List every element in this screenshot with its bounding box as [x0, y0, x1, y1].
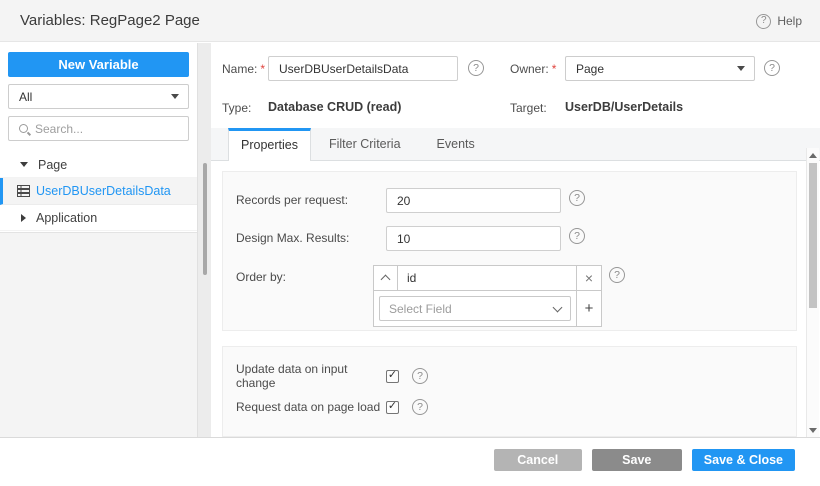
update-on-change-help-icon[interactable]: ?: [412, 368, 428, 384]
dialog-titlebar: Variables: RegPage2 Page ? Help: [0, 0, 820, 42]
new-variable-button[interactable]: New Variable: [8, 52, 189, 77]
order-by-label: Order by:: [236, 270, 286, 284]
tree-item-application[interactable]: Application: [0, 205, 197, 231]
max-results-help-icon[interactable]: ?: [569, 228, 585, 244]
request-settings-group: Records per request: ? Design Max. Resul…: [222, 171, 797, 331]
sidebar: New Variable All Page: [0, 43, 197, 437]
request-on-load-help-icon[interactable]: ?: [412, 399, 428, 415]
tab-events[interactable]: Events: [419, 128, 493, 160]
update-on-change-checkbox[interactable]: ✓: [386, 370, 399, 383]
tab-bar: Properties Filter Criteria Events: [211, 128, 820, 161]
chevron-down-icon: [553, 302, 563, 312]
footer: Cancel Save Save & Close: [0, 437, 820, 486]
select-field-dropdown[interactable]: Select Field: [379, 296, 571, 321]
sidebar-scrollbar[interactable]: [197, 43, 211, 437]
records-per-request-input[interactable]: [386, 188, 561, 213]
tree-item-page[interactable]: Page: [0, 152, 197, 178]
search-input[interactable]: [35, 118, 185, 139]
search-box: [8, 116, 189, 141]
request-on-load-checkbox[interactable]: ✓: [386, 401, 399, 414]
owner-help-icon[interactable]: ?: [764, 60, 780, 76]
caret-down-icon: [20, 162, 28, 167]
design-max-results-label: Design Max. Results:: [236, 231, 349, 245]
variable-filter-value: All: [19, 90, 171, 104]
order-by-row: id ×: [374, 266, 601, 291]
caret-right-icon: [21, 214, 26, 222]
dropdown-arrow-icon: [737, 66, 745, 71]
name-help-icon[interactable]: ?: [468, 60, 484, 76]
save-button[interactable]: Save: [592, 449, 682, 471]
check-icon: ✓: [388, 370, 397, 381]
help-icon: ?: [756, 14, 771, 29]
target-value: UserDB/UserDetails: [565, 100, 683, 114]
select-field-placeholder: Select Field: [389, 302, 554, 316]
tree-item-userdbuserdetailsdata[interactable]: UserDBUserDetailsData: [0, 178, 197, 205]
order-by-help-icon[interactable]: ?: [609, 267, 625, 283]
request-on-load-row: Request data on page load ✓ ?: [236, 399, 428, 415]
sort-direction-button[interactable]: [374, 266, 398, 290]
type-label: Type:: [222, 101, 251, 115]
database-icon: [17, 185, 30, 197]
name-input[interactable]: [268, 56, 458, 81]
update-on-change-label: Update data on input change: [236, 362, 386, 390]
order-by-field-value: id: [398, 266, 576, 290]
records-per-request-label: Records per request:: [236, 193, 348, 207]
help-link[interactable]: ? Help: [756, 0, 802, 42]
name-label: Name:*: [222, 62, 265, 76]
main-panel: Name:* ? Owner:* Page ? Type: Database C…: [211, 43, 820, 437]
add-field-row: Select Field +: [374, 291, 601, 326]
owner-dropdown[interactable]: Page: [565, 56, 755, 81]
type-value: Database CRUD (read): [268, 100, 401, 114]
sort-asc-icon: [381, 275, 391, 285]
owner-label: Owner:*: [510, 62, 556, 76]
scroll-up-icon[interactable]: [809, 153, 817, 158]
close-icon: ×: [585, 270, 593, 286]
dropdown-arrow-icon: [171, 94, 179, 99]
variables-dialog: Variables: RegPage2 Page ? Help New Vari…: [0, 0, 820, 486]
check-icon: ✓: [388, 401, 397, 412]
variable-filter-dropdown[interactable]: All: [8, 84, 189, 109]
required-asterisk: *: [552, 62, 557, 76]
behavior-settings-group: Update data on input change ✓ ? Request …: [222, 346, 797, 437]
properties-tab-content: Records per request: ? Design Max. Resul…: [211, 161, 820, 437]
content-scrollbar[interactable]: [806, 148, 819, 438]
records-help-icon[interactable]: ?: [569, 190, 585, 206]
dialog-title: Variables: RegPage2 Page: [20, 0, 200, 42]
tree-item-label: UserDBUserDetailsData: [36, 184, 171, 198]
tree-item-label: Application: [36, 211, 97, 225]
owner-value: Page: [576, 62, 737, 76]
target-label: Target:: [510, 101, 547, 115]
design-max-results-input[interactable]: [386, 226, 561, 251]
content-scrollbar-thumb[interactable]: [809, 163, 817, 308]
add-field-button[interactable]: +: [576, 291, 601, 326]
cancel-button[interactable]: Cancel: [494, 449, 582, 471]
save-close-button[interactable]: Save & Close: [692, 449, 795, 471]
scroll-down-icon[interactable]: [809, 428, 817, 433]
tab-properties[interactable]: Properties: [228, 128, 311, 161]
help-label: Help: [777, 14, 802, 28]
sidebar-scrollbar-thumb[interactable]: [203, 163, 207, 275]
sidebar-panel: New Variable All Page: [0, 43, 197, 233]
tab-filter-criteria[interactable]: Filter Criteria: [311, 128, 419, 160]
required-asterisk: *: [260, 62, 265, 76]
plus-icon: +: [585, 300, 594, 317]
variables-tree: Page UserDBUserDetailsData Application: [0, 152, 197, 231]
tree-item-label: Page: [38, 158, 67, 172]
search-icon: [19, 124, 28, 133]
update-on-change-row: Update data on input change ✓ ?: [236, 362, 428, 390]
order-by-widget: id × Select Field +: [373, 265, 602, 327]
remove-field-button[interactable]: ×: [576, 266, 601, 290]
request-on-load-label: Request data on page load: [236, 400, 386, 414]
